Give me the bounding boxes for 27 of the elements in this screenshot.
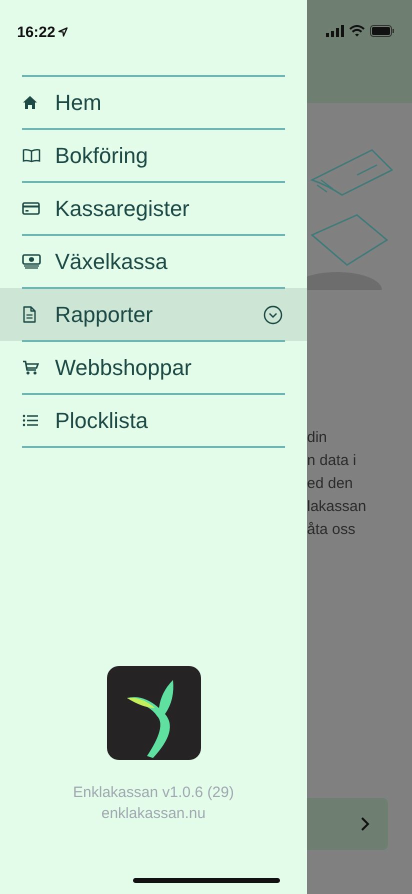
menu-item[interactable]: Plocklista [0, 394, 307, 447]
location-arrow-icon [58, 27, 68, 37]
body-text: n data i [307, 451, 358, 471]
battery-icon [370, 25, 395, 37]
chevron-right-icon [360, 816, 370, 832]
app-version: Enklakassan v1.0.6 (29) [73, 783, 234, 803]
menu-item[interactable]: Kassaregister [0, 182, 307, 235]
banknote-icon [22, 254, 41, 269]
menu-item[interactable]: Rapporter [0, 288, 307, 341]
body-text: ed den [307, 474, 354, 494]
status-time: 16:22 [17, 24, 56, 40]
house-icon [22, 95, 38, 110]
body-text: åta oss [307, 520, 356, 540]
card-icon [22, 202, 40, 215]
menu-item[interactable]: Bokföring [0, 129, 307, 182]
cart-icon [22, 360, 39, 375]
signal-icon [326, 25, 344, 37]
wifi-icon [349, 25, 365, 37]
menu-item[interactable]: Växelkassa [0, 235, 307, 288]
expand-chevron-icon[interactable] [263, 304, 283, 324]
menu-item[interactable]: Hem [0, 76, 307, 129]
book-icon [22, 148, 41, 163]
document-icon [22, 306, 36, 323]
body-text: lakassan [307, 497, 366, 517]
list-icon [22, 414, 39, 427]
body-text: din [307, 428, 328, 448]
menu-item[interactable]: Webbshoppar [0, 341, 307, 394]
